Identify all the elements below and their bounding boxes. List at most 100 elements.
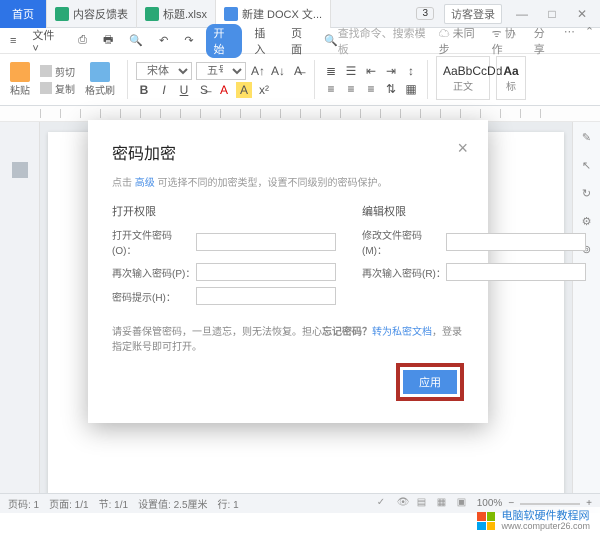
undo-icon[interactable]: ↶: [155, 32, 172, 49]
private-doc-link[interactable]: 转为私密文档: [372, 327, 432, 338]
paste-button[interactable]: 粘贴: [6, 60, 34, 99]
sheet-icon: [145, 7, 159, 21]
advanced-link[interactable]: 高级: [135, 178, 155, 189]
font-name-select[interactable]: 宋体: [136, 62, 192, 80]
windows-logo-icon: [477, 512, 495, 530]
indent-right-icon[interactable]: ⇥: [383, 63, 399, 79]
pwd-hint-label: 密码提示(H)：: [112, 289, 196, 304]
sheet-icon: [55, 7, 69, 21]
align-center-icon[interactable]: ≡: [343, 81, 359, 97]
command-search[interactable]: 🔍 查找命令、搜索模板: [324, 25, 431, 57]
more-icon[interactable]: ⋯: [564, 25, 575, 57]
style-normal[interactable]: AaBbCcDd 正文: [436, 56, 490, 100]
reenter-pwd-r-label: 再次输入密码(R)：: [362, 265, 446, 280]
view-icon[interactable]: 👁: [397, 497, 411, 511]
brush-icon: [90, 62, 110, 82]
open-perm-label: 打开权限: [112, 203, 336, 219]
grow-font-icon[interactable]: A↑: [250, 63, 266, 79]
tab-insert[interactable]: 插入: [250, 23, 279, 59]
share-button[interactable]: 分享: [534, 25, 554, 57]
super-sub-button[interactable]: x²: [256, 82, 272, 98]
underline-button[interactable]: U: [176, 82, 192, 98]
clear-format-icon[interactable]: A̶: [290, 63, 306, 79]
dialog-close-icon[interactable]: ×: [457, 138, 468, 159]
select-icon[interactable]: ↖: [580, 158, 594, 172]
tab-start[interactable]: 开始: [206, 24, 243, 58]
modify-password-input[interactable]: [446, 233, 586, 251]
bold-button[interactable]: B: [136, 82, 152, 98]
align-right-icon[interactable]: ≡: [363, 81, 379, 97]
doc-icon: [224, 7, 238, 21]
open-password-input[interactable]: [196, 233, 336, 251]
app-menu-icon[interactable]: ≡: [6, 33, 20, 49]
bullet-list-icon[interactable]: ≣: [323, 63, 339, 79]
sync-button[interactable]: ☁ 未同步: [439, 25, 482, 57]
shading-icon[interactable]: ▦: [403, 81, 419, 97]
maximize-icon[interactable]: □: [542, 7, 562, 21]
sort-icon[interactable]: ↕: [403, 63, 419, 79]
status-page: 页码: 1: [8, 496, 39, 511]
pencil-icon[interactable]: ✎: [580, 130, 594, 144]
navigation-gutter: [0, 122, 40, 510]
copy-icon: [40, 82, 52, 94]
italic-button[interactable]: I: [156, 82, 172, 98]
save-icon[interactable]: ⎙: [74, 32, 91, 49]
dialog-title: 密码加密: [112, 140, 464, 164]
preview-icon[interactable]: 🔍: [125, 32, 147, 49]
format-painter-button[interactable]: 格式刷: [81, 60, 119, 99]
reenter-password-input[interactable]: [196, 263, 336, 281]
line-spacing-icon[interactable]: ⇅: [383, 81, 399, 97]
print-icon[interactable]: 🖶: [99, 29, 117, 52]
highlight-button[interactable]: A: [236, 82, 252, 98]
tab-feedback[interactable]: 内容反馈表: [47, 0, 137, 28]
tab-home[interactable]: 首页: [0, 0, 47, 28]
status-setval: 设置值: 2.5厘米: [138, 496, 207, 511]
tab-label: 新建 DOCX 文...: [242, 6, 322, 22]
shrink-font-icon[interactable]: A↓: [270, 63, 286, 79]
collapse-icon[interactable]: ⌃: [585, 25, 594, 57]
dialog-hint: 点击 高级 可选择不同的加密类型，设置不同级别的密码保护。: [112, 174, 464, 189]
align-left-icon[interactable]: ≡: [323, 81, 339, 97]
apply-button[interactable]: 应用: [403, 370, 457, 394]
strike-button[interactable]: S̶: [196, 82, 212, 98]
notification-badge[interactable]: 3: [416, 7, 434, 20]
tab-label: 内容反馈表: [73, 6, 128, 22]
page-thumbnail-icon[interactable]: [12, 162, 28, 178]
collab-button[interactable]: ᯤ 协作: [492, 25, 524, 57]
indent-left-icon[interactable]: ⇤: [363, 63, 379, 79]
spellcheck-icon[interactable]: ✓: [377, 497, 391, 511]
close-icon[interactable]: ✕: [572, 7, 592, 21]
reenter-pwd-label: 再次输入密码(P)：: [112, 265, 196, 280]
font-size-select[interactable]: 五号: [196, 62, 246, 80]
dialog-note: 请妥善保管密码，一旦遗忘，则无法恢复。担心忘记密码？转为私密文档，登录指定账号即…: [112, 323, 464, 353]
reenter-password-r-input[interactable]: [446, 263, 586, 281]
copy-button[interactable]: 复制: [40, 81, 75, 96]
watermark-url: www.computer26.com: [501, 522, 590, 531]
scissors-icon: [40, 65, 52, 77]
tab-page[interactable]: 页面: [287, 23, 316, 59]
layout2-icon[interactable]: ▦: [437, 497, 451, 511]
cut-button[interactable]: 剪切: [40, 64, 75, 79]
clipboard-icon: [10, 62, 30, 82]
login-button[interactable]: 访客登录: [444, 4, 502, 24]
minimize-icon[interactable]: —: [512, 7, 532, 21]
status-section: 节: 1/1: [99, 496, 128, 511]
modify-pwd-label: 修改文件密码(M)：: [362, 227, 446, 257]
layout3-icon[interactable]: ▣: [457, 497, 471, 511]
site-watermark: 电脑软硬件教程网 www.computer26.com: [477, 507, 600, 535]
history-icon[interactable]: ↻: [580, 186, 594, 200]
open-pwd-label: 打开文件密码(O)：: [112, 227, 196, 257]
tab-title-xlsx[interactable]: 标题.xlsx: [137, 0, 216, 28]
layout1-icon[interactable]: ▤: [417, 497, 431, 511]
font-color-button[interactable]: A: [216, 82, 232, 98]
file-menu[interactable]: 文件 ˅: [28, 25, 66, 57]
edit-perm-label: 编辑权限: [362, 203, 586, 219]
menubar: ≡ 文件 ˅ ⎙ 🖶 🔍 ↶ ↷ 开始 插入 页面 🔍 查找命令、搜索模板 ☁ …: [0, 28, 600, 54]
zoom-slider[interactable]: [520, 503, 580, 505]
password-encrypt-dialog: 密码加密 × 点击 高级 可选择不同的加密类型，设置不同级别的密码保护。 打开权…: [88, 120, 488, 423]
style-heading[interactable]: Aa 标: [496, 56, 526, 100]
redo-icon[interactable]: ↷: [180, 32, 197, 49]
password-hint-input[interactable]: [196, 287, 336, 305]
number-list-icon[interactable]: ☰: [343, 63, 359, 79]
ribbon-toolbar: 粘贴 剪切 复制 格式刷 宋体 五号 A↑ A↓ A̶ B I U S̶ A A…: [0, 54, 600, 106]
